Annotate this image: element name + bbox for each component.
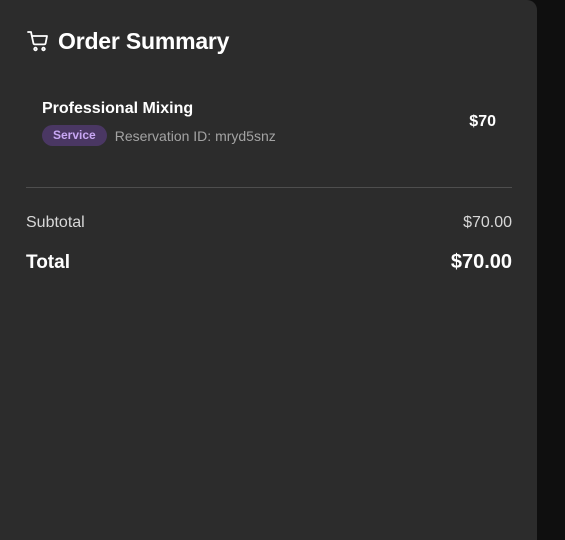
- order-summary-panel: Order Summary Professional Mixing Servic…: [0, 0, 537, 540]
- item-meta: Service Reservation ID: mryd5snz: [42, 125, 276, 146]
- subtotal-value: $70.00: [463, 214, 512, 231]
- reservation-id: Reservation ID: mryd5snz: [114, 127, 276, 144]
- order-item: Professional Mixing Service Reservation …: [42, 98, 496, 150]
- subtotal-row: Subtotal $70.00: [26, 214, 512, 232]
- item-price: $70: [469, 113, 496, 130]
- total-value: $70.00: [450, 251, 512, 273]
- total-row: Total $70.00: [26, 251, 512, 274]
- cart-icon: [26, 29, 50, 53]
- service-badge: Service: [42, 125, 107, 146]
- order-summary-header: Order Summary: [26, 26, 229, 56]
- divider: [26, 187, 512, 188]
- total-label: Total: [26, 251, 70, 273]
- subtotal-label: Subtotal: [26, 214, 85, 231]
- page-title: Order Summary: [58, 27, 230, 54]
- item-name: Professional Mixing: [42, 100, 194, 117]
